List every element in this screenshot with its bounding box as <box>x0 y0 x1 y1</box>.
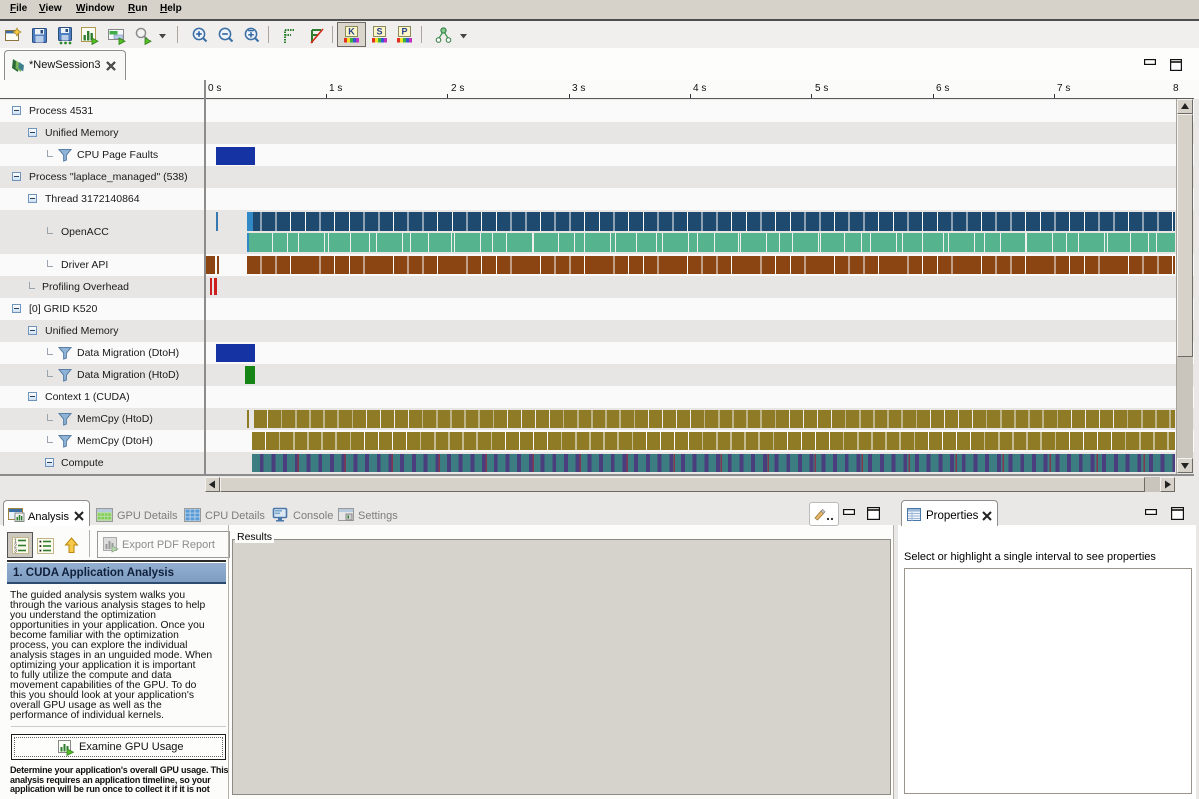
svg-text:S: S <box>376 27 382 37</box>
svg-text:P: P <box>401 27 407 37</box>
svg-text:K: K <box>348 27 355 37</box>
svg-text:3: 3 <box>14 549 17 555</box>
